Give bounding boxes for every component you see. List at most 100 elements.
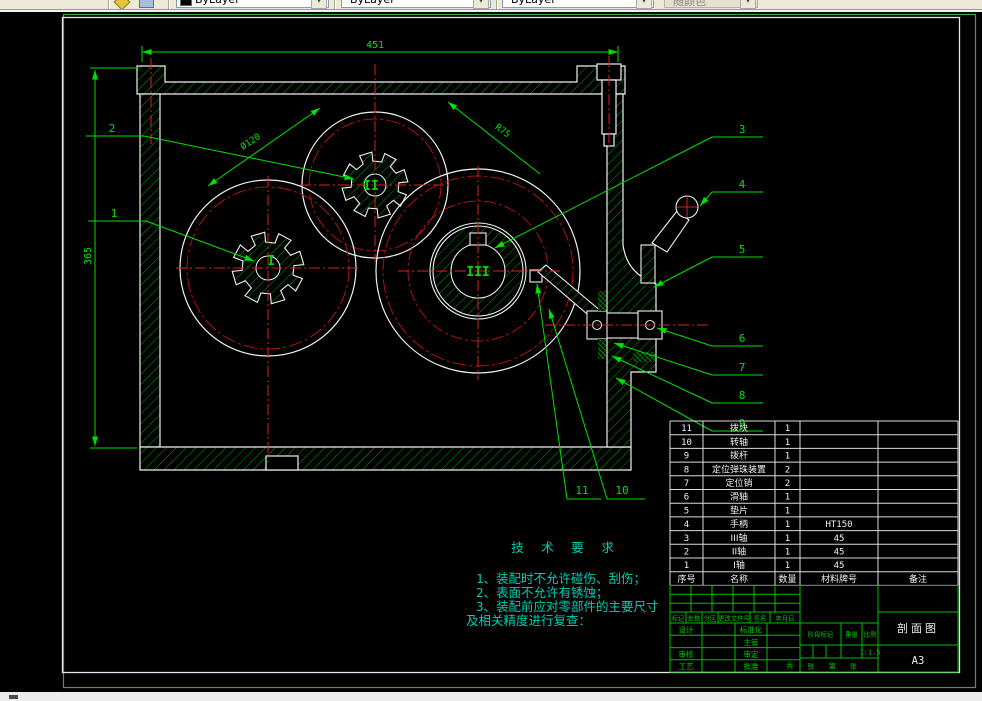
plotstyle-control-dropdown: 随颜色 ▾ [664, 0, 758, 9]
svg-text:批准: 批准 [744, 661, 759, 671]
stage-label: 阶段标记 [808, 630, 834, 639]
chevron-down-icon[interactable]: ▾ [636, 0, 652, 9]
crosshatch-seal [598, 291, 606, 311]
housing-left-wall [139, 93, 161, 448]
table-cell: 6 [684, 493, 689, 503]
table-cell: 1 [785, 534, 790, 544]
svg-text:设计: 设计 [679, 625, 694, 635]
svg-text:4: 4 [739, 178, 746, 191]
drawing-canvas[interactable]: I II III 451 365 Ø120 R75 1 2 3 4 5 6 7 … [0, 12, 982, 692]
scale-value: 1:1.5 [859, 649, 880, 657]
table-cell: 滑轴 [730, 491, 748, 503]
table-cell: 数量 [778, 573, 796, 585]
toolbar-separator [168, 0, 170, 9]
table-cell: 2 [684, 548, 689, 558]
toolbar-separator [496, 0, 498, 9]
cad-application-window: { "toolbar": { "color_dropdown": "ByLaye… [0, 0, 982, 701]
table-cell: 1 [785, 424, 790, 434]
svg-text:2: 2 [109, 122, 116, 135]
table-cell: 7 [684, 479, 689, 489]
status-mark [9, 695, 18, 699]
svg-text:审定: 审定 [744, 649, 759, 659]
paper-size: A3 [912, 655, 925, 667]
table-cell: 定位销 [725, 477, 752, 489]
table-cell: HT150 [825, 520, 852, 530]
svg-text:1: 1 [111, 207, 118, 220]
svg-text:标记: 标记 [672, 614, 685, 623]
svg-text:签名: 签名 [754, 614, 767, 623]
table-cell: 2 [785, 465, 790, 475]
table-cell: 2 [785, 479, 790, 489]
lever-hub [640, 244, 656, 284]
table-cell: 拨杆 [730, 450, 748, 462]
chevron-down-icon: ▾ [740, 0, 756, 9]
table-cell: 垫片 [730, 504, 748, 516]
chevron-down-icon[interactable]: ▾ [311, 0, 327, 9]
dim-height-text: 365 [83, 247, 94, 265]
table-cell: 1 [785, 493, 790, 503]
table-cell: 10 [681, 438, 692, 448]
layer-previous-icon[interactable] [139, 0, 154, 8]
table-cell: 定位弹珠装置 [712, 463, 766, 475]
table-cell: 9 [684, 452, 689, 462]
table-cell: III轴 [731, 532, 748, 544]
color-value: ByLayer [195, 0, 240, 6]
svg-text:2、表面不允许有锈蚀；: 2、表面不允许有锈蚀； [476, 585, 609, 600]
table-cell: 序号 [677, 573, 695, 585]
shaft-2-label: II [363, 179, 379, 194]
table-cell: 1 [785, 506, 790, 516]
chevron-down-icon[interactable]: ▾ [473, 0, 489, 9]
svg-text:年月日: 年月日 [776, 614, 795, 623]
table-cell: 备注 [909, 573, 927, 585]
table-cell: 5 [684, 506, 689, 516]
crosshatch-seal [633, 352, 655, 362]
crosshatch-seal [598, 339, 606, 359]
table-cell: 手柄 [730, 518, 748, 530]
table-cell: 1 [785, 438, 790, 448]
table-cell: 1 [785, 520, 790, 530]
housing-bottom-wall [139, 446, 632, 471]
svg-text:工艺: 工艺 [679, 662, 694, 671]
table-cell: 45 [834, 561, 845, 571]
table-cell: II轴 [732, 546, 746, 558]
table-cell: 拨块 [730, 422, 748, 434]
tech-req-title: 技 术 要 求 [511, 540, 619, 555]
table-cell: 名称 [730, 573, 748, 585]
svg-text:分区: 分区 [704, 614, 717, 623]
toolbar-separator [108, 0, 110, 9]
lineweight-control-dropdown[interactable]: ByLayer ▾ [502, 0, 654, 9]
table-cell: 4 [684, 520, 689, 530]
svg-text:11: 11 [575, 484, 588, 497]
weight-label: 重量 [845, 631, 858, 639]
table-cell: 1 [785, 548, 790, 558]
svg-text:1、装配时不允许碰伤、刮伤；: 1、装配时不允许碰伤、刮伤； [476, 571, 646, 586]
svg-text:5: 5 [739, 243, 746, 256]
linetype-control-dropdown[interactable]: ByLayer ▾ [341, 0, 491, 9]
table-cell: 3 [684, 534, 689, 544]
housing-bottom-notch [265, 455, 299, 471]
svg-text:7: 7 [739, 361, 746, 374]
svg-text:标准化: 标准化 [740, 625, 763, 635]
svg-text:3、装配前应对零部件的主要尺寸: 3、装配前应对零部件的主要尺寸 [476, 599, 659, 614]
make-object-layer-icon[interactable] [113, 0, 131, 9]
table-cell: I轴 [733, 559, 745, 571]
svg-text:8: 8 [739, 389, 746, 402]
sheet-info: 共 张 第 张 [786, 662, 862, 671]
color-control-dropdown[interactable]: ByLayer ▾ [176, 0, 329, 9]
plotstyle-value: 随颜色 [673, 0, 706, 8]
svg-text:更改文件号: 更改文件号 [718, 614, 749, 623]
drawing-title: 剖面图 [897, 621, 939, 635]
table-cell: 45 [834, 534, 845, 544]
command-area-edge [0, 692, 982, 701]
svg-text:6: 6 [739, 332, 746, 345]
color-swatch-icon [180, 0, 192, 6]
table-cell: 1 [684, 561, 689, 571]
properties-toolbar: ByLayer ▾ ByLayer ▾ ByLayer ▾ 随颜色 ▾ [0, 0, 982, 10]
linetype-value: ByLayer [350, 0, 395, 6]
shaft-1-label: I [267, 254, 275, 269]
table-cell: 1 [785, 561, 790, 571]
svg-text:及相关精度进行复查：: 及相关精度进行复查： [466, 613, 591, 628]
table-cell: 11 [681, 424, 692, 434]
table-cell: 转轴 [730, 436, 748, 448]
table-cell: 1 [785, 452, 790, 462]
